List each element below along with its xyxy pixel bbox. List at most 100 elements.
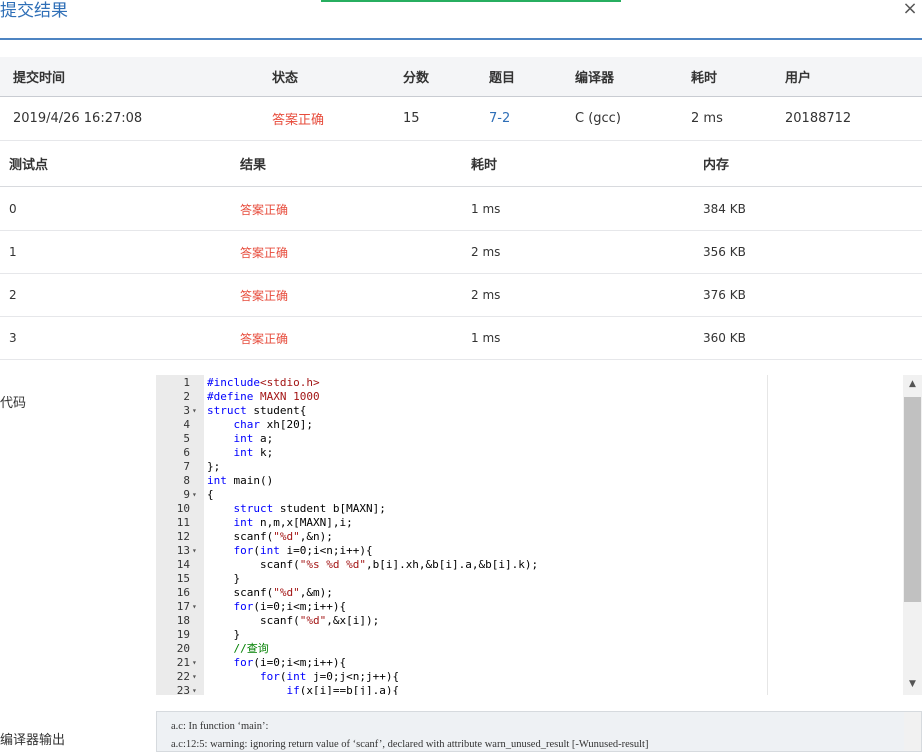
compiler: C (gcc) <box>575 111 621 126</box>
code-line: 9 ▾ { <box>156 488 767 502</box>
line-number: 8 <box>183 474 190 487</box>
line-number: 11 <box>176 516 190 529</box>
line-number: 20 <box>176 642 190 655</box>
code-text: int main() <box>207 474 274 487</box>
code-text: scanf("%d",&n); <box>207 530 333 543</box>
code-line: 21 ▾ for(i=0;i<m;i++){ <box>156 656 767 670</box>
line-number: 10 <box>176 502 190 515</box>
code-editor[interactable]: 1 #include<stdio.h> 2 #define MAXN 1000 3 ▾ st… <box>156 375 768 695</box>
code-label: 代码 <box>0 396 27 411</box>
compiler-output-scrollbar[interactable] <box>904 712 921 751</box>
code-text: for(int i=0;i<n;i++){ <box>233 544 373 557</box>
test-id: 3 <box>9 331 17 345</box>
line-number: 23 <box>176 684 190 695</box>
table-row: 1 答案正确 2 ms 356 KB <box>0 231 922 274</box>
title-divider <box>0 38 922 40</box>
header-problem: 题目 <box>489 71 516 86</box>
test-time: 1 ms <box>471 331 501 345</box>
fold-toggle-icon[interactable]: ▾ <box>192 488 202 502</box>
header-user: 用户 <box>785 71 812 86</box>
header-score: 分数 <box>403 71 430 86</box>
close-icon[interactable]: × <box>900 0 920 20</box>
code-line: 13 ▾ for(int i=0;i<n;i++){ <box>156 544 767 558</box>
line-number: 17 <box>176 600 190 613</box>
test-id: 1 <box>9 245 17 259</box>
scroll-down-arrow-icon[interactable]: ▼ <box>903 679 922 691</box>
scroll-thumb[interactable] <box>904 397 921 602</box>
test-memory: 360 KB <box>703 331 746 345</box>
fold-toggle-icon[interactable]: ▾ <box>192 656 202 670</box>
score: 15 <box>403 111 420 126</box>
test-id: 2 <box>9 288 17 302</box>
code-line: 17 ▾ for(i=0;i<m;i++){ <box>156 600 767 614</box>
header-result: 结果 <box>240 158 267 173</box>
top-progress-accent <box>321 0 621 2</box>
fold-toggle-icon[interactable]: ▾ <box>192 544 202 558</box>
compiler-output-box[interactable]: a.c: In function ‘main’: a.c:12:5: warni… <box>156 711 922 752</box>
code-text: }; <box>207 460 221 473</box>
code-line: 12 scanf("%d",&n); <box>156 530 767 544</box>
code-text: struct student b[MAXN]; <box>233 502 386 515</box>
code-text: int n,m,x[MAXN],i; <box>233 516 353 529</box>
test-result: 答案正确 <box>240 331 289 346</box>
code-text: if(x[i]==b[j].a){ <box>286 684 400 695</box>
line-number: 16 <box>176 586 190 599</box>
fold-toggle-icon[interactable]: ▾ <box>192 670 202 684</box>
code-line: 15 } <box>156 572 767 586</box>
line-number: 7 <box>183 460 190 473</box>
compiler-output-line: a.c: In function ‘main’: <box>171 721 269 732</box>
code-text: struct student{ <box>207 404 307 417</box>
test-result: 答案正确 <box>240 288 289 303</box>
code-text: scanf("%d",&x[i]); <box>207 614 380 627</box>
fold-toggle-icon[interactable]: ▾ <box>192 684 202 695</box>
fold-toggle-icon[interactable]: ▾ <box>192 600 202 614</box>
code-line: 20 //查询 <box>156 642 767 656</box>
code-line: 11 int n,m,x[MAXN],i; <box>156 516 767 530</box>
compiler-output-line: a.c:12:5: warning: ignoring return value… <box>171 739 649 750</box>
code-text: #include<stdio.h> <box>207 376 320 389</box>
line-number: 14 <box>176 558 190 571</box>
code-line: 3 ▾ struct student{ <box>156 404 767 418</box>
header-status: 状态 <box>272 71 299 86</box>
code-text: char xh[20]; <box>233 418 313 431</box>
line-number: 12 <box>176 530 190 543</box>
code-line: 22 ▾ for(int j=0;j<n;j++){ <box>156 670 767 684</box>
test-memory: 384 KB <box>703 202 746 216</box>
code-text: } <box>207 628 241 641</box>
code-scrollbar[interactable]: ▲ ▼ <box>903 375 922 695</box>
code-line: 19 } <box>156 628 767 642</box>
header-duration: 耗时 <box>691 71 718 86</box>
problem-link[interactable]: 7-2 <box>489 97 510 140</box>
code-text: { <box>207 488 214 501</box>
user: 20188712 <box>785 111 852 126</box>
dialog-title: 提交结果 <box>0 1 68 21</box>
test-memory: 376 KB <box>703 288 746 302</box>
code-line: 14 scanf("%s %d %d",b[i].xh,&b[i].a,&b[i… <box>156 558 767 572</box>
line-number: 15 <box>176 572 190 585</box>
code-text: for(int j=0;j<n;j++){ <box>259 670 400 683</box>
code-line: 4 char xh[20]; <box>156 418 767 432</box>
compiler-output-label: 编译器输出 <box>0 733 66 748</box>
header-compiler: 编译器 <box>575 71 615 86</box>
status-badge: 答案正确 <box>272 113 325 128</box>
line-number: 21 <box>176 656 190 669</box>
test-time: 2 ms <box>471 288 501 302</box>
code-line: 23 ▾ if(x[i]==b[j].a){ <box>156 684 767 695</box>
test-table-header: 测试点 结果 耗时 内存 <box>0 141 922 187</box>
line-number: 22 <box>176 670 190 683</box>
header-time: 耗时 <box>471 158 498 173</box>
table-row: 2 答案正确 2 ms 376 KB <box>0 274 922 317</box>
code-text: } <box>207 572 241 585</box>
line-number: 3 <box>183 404 190 417</box>
scroll-up-arrow-icon[interactable]: ▲ <box>903 379 922 391</box>
line-number: 2 <box>183 390 190 403</box>
summary-table-row: 2019/4/26 16:27:08 答案正确 15 7-2 C (gcc) 2… <box>0 97 922 141</box>
code-line: 8 int main() <box>156 474 767 488</box>
test-memory: 356 KB <box>703 245 746 259</box>
test-time: 1 ms <box>471 202 501 216</box>
fold-toggle-icon[interactable]: ▾ <box>192 404 202 418</box>
test-time: 2 ms <box>471 245 501 259</box>
code-line: 7}; <box>156 460 767 474</box>
code-text: scanf("%s %d %d",b[i].xh,&b[i].a,&b[i].k… <box>207 558 539 571</box>
table-row: 3 答案正确 1 ms 360 KB <box>0 317 922 360</box>
